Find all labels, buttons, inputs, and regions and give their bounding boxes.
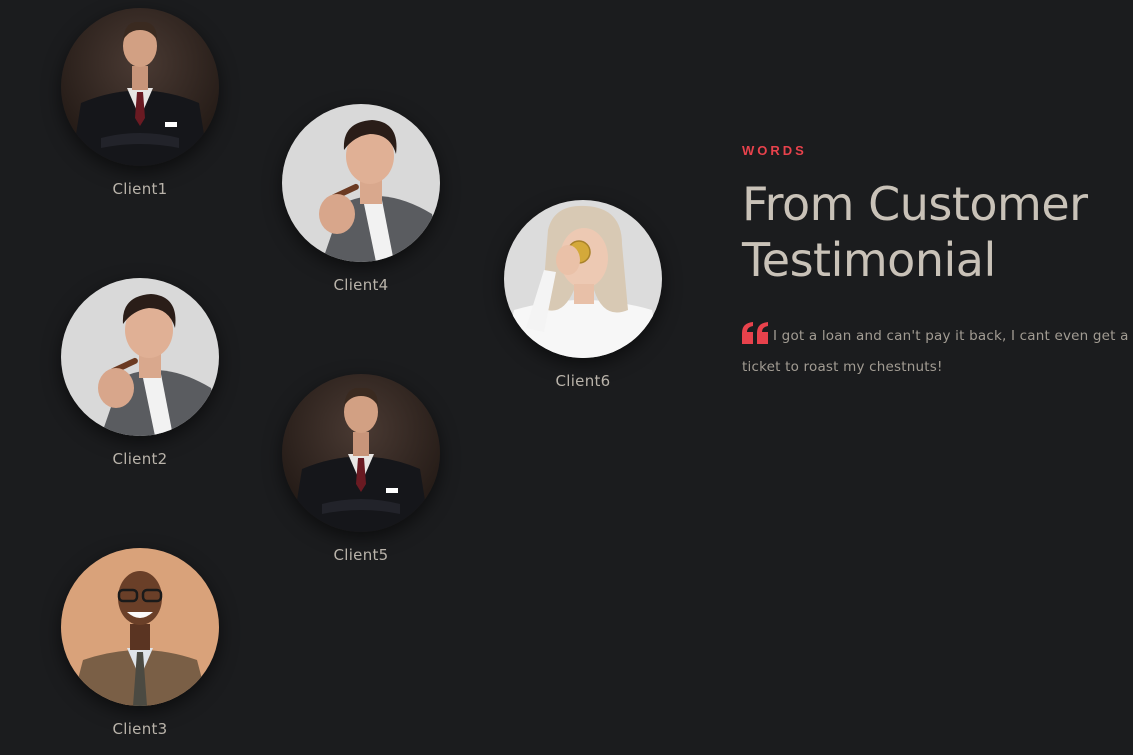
client-card-6[interactable]: Client6 xyxy=(503,200,663,390)
section-heading: From Customer Testimonial xyxy=(742,176,1133,288)
testimonial-quote: I got a loan and can't pay it back, I ca… xyxy=(742,322,1133,381)
client-photo-suit-man xyxy=(282,374,440,532)
client-card-1[interactable]: Client1 xyxy=(60,8,220,198)
client-name-2: Client2 xyxy=(112,450,168,468)
client-avatar-5[interactable] xyxy=(282,374,440,532)
client-avatar-1[interactable] xyxy=(61,8,219,166)
client-name-6: Client6 xyxy=(555,372,611,390)
client-avatar-3[interactable] xyxy=(61,548,219,706)
heading-line-2: Testimonial xyxy=(742,233,996,287)
client-photo-suit-man xyxy=(61,8,219,166)
client-name-3: Client3 xyxy=(112,720,168,738)
section-eyebrow: WORDS xyxy=(742,143,807,158)
client-avatar-4[interactable] xyxy=(282,104,440,262)
quote-text: I got a loan and can't pay it back, I ca… xyxy=(742,328,1129,375)
client-card-2[interactable]: Client2 xyxy=(60,278,220,468)
client-name-5: Client5 xyxy=(333,546,389,564)
client-name-4: Client4 xyxy=(333,276,389,294)
client-card-4[interactable]: Client4 xyxy=(281,104,441,294)
client-avatar-2[interactable] xyxy=(61,278,219,436)
client-photo-smiling-man xyxy=(61,548,219,706)
testimonial-section: Client1 Client2 Client3 Client4 Client5 … xyxy=(0,0,1133,755)
testimonial-content: WORDS From Customer Testimonial I got a … xyxy=(742,143,1133,381)
client-card-5[interactable]: Client5 xyxy=(281,374,441,564)
heading-line-1: From Customer xyxy=(742,177,1088,231)
client-photo-woman-coin xyxy=(504,200,662,358)
quote-left-icon xyxy=(742,322,769,354)
client-avatar-6[interactable] xyxy=(504,200,662,358)
client-photo-cigar-man xyxy=(282,104,440,262)
client-photo-cigar-man xyxy=(61,278,219,436)
client-name-1: Client1 xyxy=(112,180,168,198)
client-card-3[interactable]: Client3 xyxy=(60,548,220,738)
